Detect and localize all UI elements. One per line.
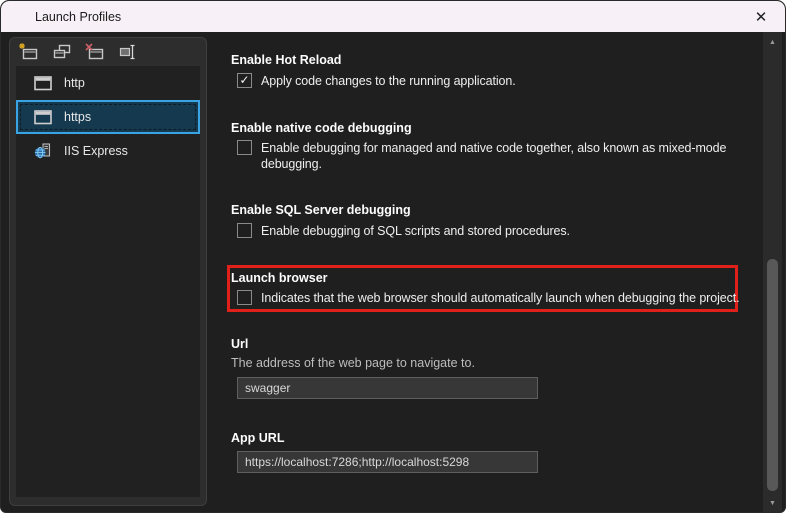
window-icon bbox=[34, 109, 52, 125]
section-heading-launch-browser: Launch browser bbox=[231, 271, 328, 285]
rename-profile-button[interactable] bbox=[117, 44, 139, 64]
profile-item-https[interactable]: https bbox=[16, 100, 200, 134]
native-debugging-checkbox[interactable] bbox=[237, 140, 252, 155]
profile-list: http https bbox=[16, 66, 200, 497]
profile-label: https bbox=[64, 110, 91, 124]
section-heading-native-debugging: Enable native code debugging bbox=[231, 121, 412, 135]
profile-item-iis-express[interactable]: IIS Express bbox=[16, 134, 200, 168]
profiles-toolbar bbox=[18, 42, 139, 66]
launch-browser-row: Indicates that the web browser should au… bbox=[237, 290, 740, 306]
new-profile-icon bbox=[19, 43, 40, 66]
rename-profile-icon bbox=[118, 43, 138, 66]
duplicate-profile-icon bbox=[52, 43, 72, 66]
profile-label: IIS Express bbox=[64, 144, 128, 158]
iis-globe-icon bbox=[34, 143, 52, 159]
window-title: Launch Profiles bbox=[35, 10, 121, 24]
section-heading-sql-debugging: Enable SQL Server debugging bbox=[231, 203, 411, 217]
checkbox-label: Apply code changes to the running applic… bbox=[261, 73, 516, 89]
field-heading-url: Url bbox=[231, 337, 248, 351]
close-icon: ✕ bbox=[755, 8, 768, 26]
app-url-input[interactable] bbox=[237, 451, 538, 473]
checkbox-label: Enable debugging for managed and native … bbox=[261, 140, 731, 172]
window-icon bbox=[34, 75, 52, 91]
close-button[interactable]: ✕ bbox=[737, 1, 785, 32]
section-heading-hot-reload: Enable Hot Reload bbox=[231, 53, 341, 67]
native-debugging-row: Enable debugging for managed and native … bbox=[237, 140, 731, 172]
hot-reload-checkbox[interactable]: ✓ bbox=[237, 73, 252, 88]
titlebar: Launch Profiles ✕ bbox=[1, 1, 785, 32]
checkbox-label: Enable debugging of SQL scripts and stor… bbox=[261, 223, 570, 239]
new-profile-button[interactable] bbox=[18, 44, 40, 64]
scroll-up-button[interactable]: ▲ bbox=[763, 34, 782, 50]
scroll-down-button[interactable]: ▼ bbox=[763, 495, 782, 511]
delete-profile-button[interactable] bbox=[84, 44, 106, 64]
sql-debugging-checkbox[interactable] bbox=[237, 223, 252, 238]
hot-reload-row: ✓ Apply code changes to the running appl… bbox=[237, 73, 516, 89]
scroll-up-icon: ▲ bbox=[769, 39, 776, 46]
field-heading-app-url: App URL bbox=[231, 431, 284, 445]
launch-browser-checkbox[interactable] bbox=[237, 290, 252, 305]
check-icon: ✓ bbox=[239, 74, 249, 87]
checkbox-label: Indicates that the web browser should au… bbox=[261, 290, 740, 306]
profile-item-http[interactable]: http bbox=[16, 66, 200, 100]
launch-profiles-dialog: Launch Profiles ✕ bbox=[0, 0, 786, 513]
url-description: The address of the web page to navigate … bbox=[231, 356, 475, 370]
profiles-panel: http https bbox=[9, 37, 207, 506]
scrollbar-thumb[interactable] bbox=[767, 259, 778, 491]
profile-label: http bbox=[64, 76, 85, 90]
duplicate-profile-button[interactable] bbox=[51, 44, 73, 64]
delete-profile-icon bbox=[85, 43, 105, 66]
vertical-scrollbar[interactable]: ▲ ▼ bbox=[763, 32, 782, 513]
url-input[interactable] bbox=[237, 377, 538, 399]
sql-debugging-row: Enable debugging of SQL scripts and stor… bbox=[237, 223, 570, 239]
scroll-down-icon: ▼ bbox=[769, 500, 776, 507]
